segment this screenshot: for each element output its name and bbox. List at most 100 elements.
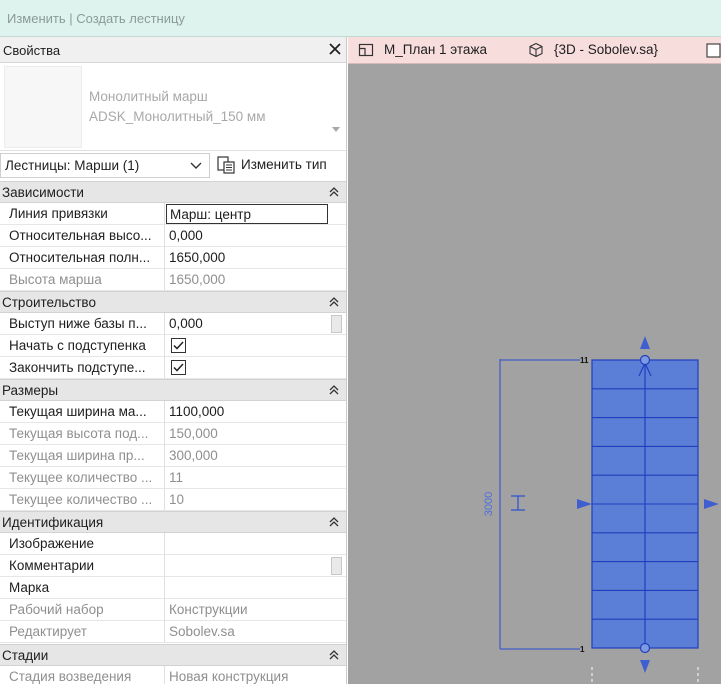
- collapse-icon[interactable]: [328, 516, 340, 528]
- right-arrow-handle-icon[interactable]: [704, 499, 719, 509]
- property-value: 1650,000: [169, 272, 226, 287]
- property-name: Текущее количество ...: [0, 489, 165, 510]
- collapse-icon[interactable]: [328, 649, 340, 661]
- property-row: Рабочий набор Конструкции: [0, 599, 346, 621]
- properties-grid: Зависимости Линия привязки Марш: центр О…: [0, 181, 346, 684]
- property-value[interactable]: 1100,000: [166, 401, 330, 422]
- tab-3d-view[interactable]: {3D - Sobolev.sa}: [528, 37, 688, 64]
- property-value: Конструкции: [169, 602, 248, 617]
- property-name: Закончить подступе...: [0, 357, 165, 378]
- left-arrow-handle-icon[interactable]: [577, 499, 592, 509]
- section-title: Строительство: [2, 295, 96, 310]
- property-row: Текущая ширина пр... 300,000: [0, 445, 346, 467]
- properties-header: Свойства: [0, 37, 346, 63]
- property-name: Рабочий набор: [0, 599, 165, 620]
- type-dropdown-arrow-icon[interactable]: [332, 127, 340, 132]
- section-identity[interactable]: Идентификация: [0, 511, 346, 533]
- chevron-down-icon[interactable]: [189, 160, 203, 172]
- instance-filter-value: Лестницы: Марши (1): [5, 158, 140, 173]
- run-dimension[interactable]: 3000: [483, 359, 580, 650]
- context-ribbon-title: Изменить | Создать лестницу: [7, 11, 185, 26]
- property-name: Начать с подступенка: [0, 335, 165, 356]
- property-value[interactable]: [166, 577, 330, 598]
- section-title: Размеры: [2, 383, 59, 398]
- property-row[interactable]: Относительная высо... 0,000: [0, 225, 346, 247]
- section-title: Идентификация: [2, 515, 104, 530]
- scrollbar-thumb[interactable]: [331, 557, 342, 575]
- view-area: М_План 1 этажа {3D - Sobolev.sa} 3000 11…: [348, 37, 721, 684]
- property-value[interactable]: 1650,000: [166, 247, 330, 268]
- collapse-icon[interactable]: [328, 384, 340, 396]
- stair-run-sketch[interactable]: 3000 11 1: [348, 64, 721, 684]
- up-arrow-handle-icon[interactable]: [640, 336, 650, 349]
- property-name: Относительная высо...: [0, 225, 165, 246]
- property-row[interactable]: Комментарии: [0, 555, 346, 577]
- top-drag-handle[interactable]: [639, 354, 651, 366]
- start-with-riser-checkbox[interactable]: [171, 338, 186, 353]
- section-title: Зависимости: [2, 185, 84, 200]
- section-construction[interactable]: Строительство: [0, 291, 346, 313]
- property-row: Текущее количество ... 10: [0, 489, 346, 511]
- property-row[interactable]: Линия привязки Марш: центр: [0, 203, 346, 225]
- property-value: 300,000: [169, 448, 218, 463]
- property-row[interactable]: Закончить подступе...: [0, 357, 346, 379]
- properties-title: Свойства: [3, 43, 61, 58]
- bottom-drag-handle[interactable]: [639, 642, 651, 654]
- property-row: Стадия возведения Новая конструкция: [0, 666, 346, 684]
- dimension-text: 3000: [483, 492, 495, 516]
- property-row[interactable]: Выступ ниже базы п... 0,000: [0, 313, 346, 335]
- tab-floor-plan[interactable]: М_План 1 этажа: [358, 37, 518, 64]
- section-dimensions[interactable]: Размеры: [0, 379, 346, 401]
- section-constraints[interactable]: Зависимости: [0, 181, 346, 203]
- property-value[interactable]: 0,000: [166, 313, 330, 334]
- property-row: Высота марша 1650,000: [0, 269, 346, 291]
- property-value[interactable]: [166, 555, 330, 576]
- property-name: Марка: [0, 577, 165, 598]
- property-row[interactable]: Изображение: [0, 533, 346, 555]
- type-name: ADSK_Монолитный_150 мм: [89, 109, 266, 124]
- scrollbar-thumb[interactable]: [331, 315, 342, 333]
- property-value: [166, 335, 330, 356]
- view-tab-bar: М_План 1 этажа {3D - Sobolev.sa}: [348, 37, 721, 64]
- drawing-canvas[interactable]: 3000 11 1: [348, 64, 721, 684]
- property-name: Редактирует: [0, 621, 165, 642]
- properties-palette: Свойства Монолитный марш ADSK_Монолитный…: [0, 37, 347, 684]
- property-name: Комментарии: [0, 555, 165, 576]
- property-row: Текущая высота под... 150,000: [0, 423, 346, 445]
- property-row[interactable]: Относительная полн... 1650,000: [0, 247, 346, 269]
- property-value[interactable]: [166, 533, 330, 554]
- type-family-name: Монолитный марш: [89, 89, 208, 104]
- collapse-icon[interactable]: [328, 296, 340, 308]
- property-row[interactable]: Начать с подступенка: [0, 335, 346, 357]
- property-name: Текущая ширина ма...: [0, 401, 165, 422]
- property-row: Редактирует Sobolev.sa: [0, 621, 346, 643]
- property-name: Высота марша: [0, 269, 165, 290]
- end-with-riser-checkbox[interactable]: [171, 360, 186, 375]
- tab-label: {3D - Sobolev.sa}: [554, 42, 659, 57]
- property-name: Текущая ширина пр...: [0, 445, 165, 466]
- edit-type-label: Изменить тип: [241, 157, 327, 172]
- floor-plan-icon: [358, 43, 374, 57]
- property-name: Стадия возведения: [0, 666, 165, 684]
- section-title: Стадии: [2, 648, 49, 663]
- close-icon[interactable]: [326, 40, 344, 58]
- collapse-icon[interactable]: [328, 186, 340, 198]
- property-name: Текущее количество ...: [0, 467, 165, 488]
- down-arrow-handle-icon[interactable]: [640, 660, 650, 673]
- property-row: Текущее количество ... 11: [0, 467, 346, 489]
- property-value-input[interactable]: Марш: центр: [166, 204, 328, 224]
- property-name: Относительная полн...: [0, 247, 165, 268]
- context-ribbon-bar: Изменить | Создать лестницу: [0, 0, 721, 37]
- property-row[interactable]: Текущая ширина ма... 1100,000: [0, 401, 346, 423]
- bottom-riser-label: 1: [580, 645, 585, 654]
- type-selector[interactable]: Монолитный марш ADSK_Монолитный_150 мм: [0, 63, 346, 151]
- tab-overflow-icon[interactable]: [704, 41, 721, 59]
- property-value: 10: [169, 492, 185, 507]
- property-value: [166, 357, 330, 378]
- property-value[interactable]: 0,000: [166, 225, 330, 246]
- property-name: Изображение: [0, 533, 165, 554]
- edit-type-button[interactable]: Изменить тип: [213, 153, 343, 178]
- property-row[interactable]: Марка: [0, 577, 346, 599]
- instance-filter-dropdown[interactable]: Лестницы: Марши (1): [0, 153, 210, 178]
- section-phasing[interactable]: Стадии: [0, 644, 346, 666]
